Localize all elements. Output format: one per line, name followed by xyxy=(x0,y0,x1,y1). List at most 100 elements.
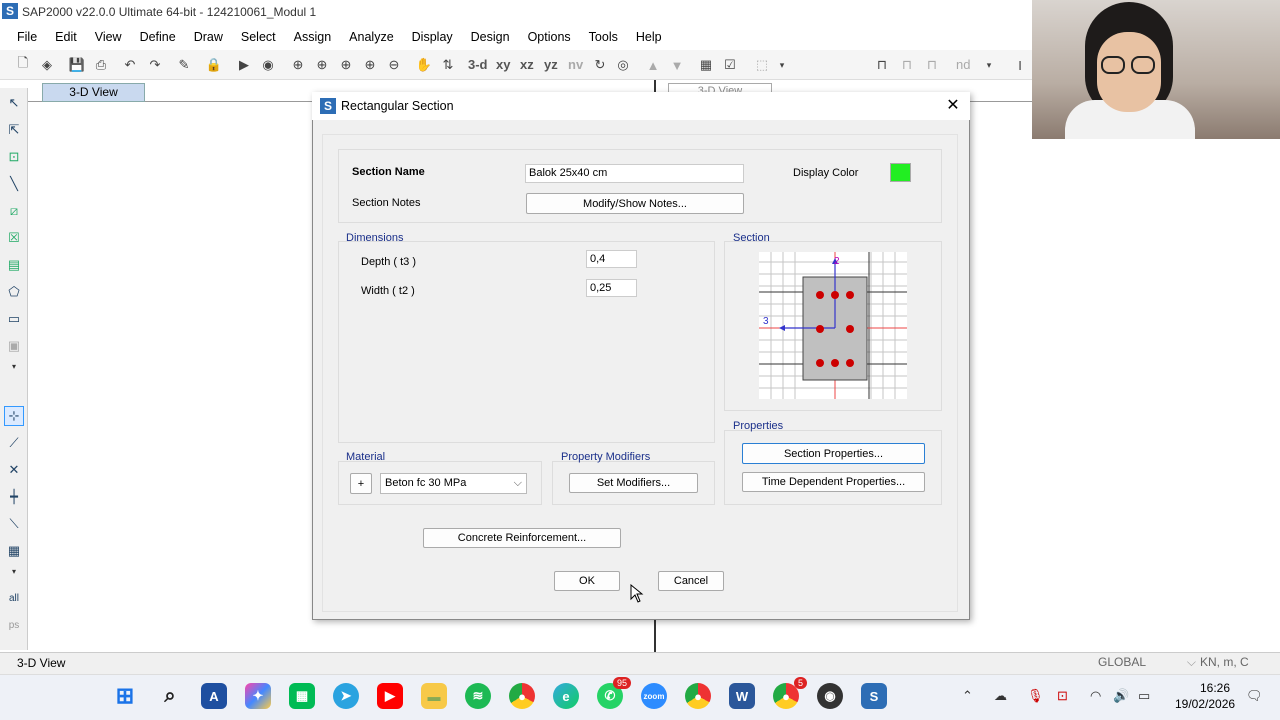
view-nv-button[interactable]: nv xyxy=(568,57,583,72)
copilot-icon[interactable]: ✦ xyxy=(245,683,271,709)
menu-file[interactable]: File xyxy=(8,25,46,49)
file-explorer-icon[interactable]: ▬ xyxy=(421,683,447,709)
view-xy-button[interactable]: xy xyxy=(496,57,510,72)
ok-button[interactable]: OK xyxy=(554,571,620,591)
section-name-input[interactable]: Balok 25x40 cm xyxy=(525,164,744,183)
view-3d-button[interactable]: 3-d xyxy=(468,57,488,72)
save-icon[interactable]: 💾 xyxy=(67,55,87,75)
draw-link-icon[interactable]: ⟋ xyxy=(4,433,24,453)
intersect-icon[interactable]: ✕ xyxy=(4,460,24,480)
chevron-up-icon[interactable]: ⌃ xyxy=(962,688,973,704)
material-select[interactable]: Beton fc 30 MPa ⌵ xyxy=(380,473,527,494)
clock-time[interactable]: 16:26 xyxy=(1200,681,1230,695)
move-down-icon[interactable]: ▼ xyxy=(667,55,687,75)
menu-draw[interactable]: Draw xyxy=(185,25,232,49)
run-icon[interactable]: ▶ xyxy=(234,55,254,75)
nd-button[interactable]: nd xyxy=(956,57,970,72)
quick-draw-frame-icon[interactable]: ⧄ xyxy=(4,201,24,221)
menu-display[interactable]: Display xyxy=(403,25,462,49)
lock-icon[interactable]: 🔒 xyxy=(204,55,224,75)
snap-line-icon[interactable]: ⟍ xyxy=(4,514,24,534)
cancel-button[interactable]: Cancel xyxy=(658,571,724,591)
snap-midpoint-icon[interactable]: ┿ xyxy=(4,487,24,507)
pointer-icon[interactable]: ↖ xyxy=(4,93,24,113)
tab-3d-view[interactable]: 3-D View xyxy=(42,83,145,102)
chevron-down-icon[interactable]: ▾ xyxy=(4,561,24,581)
clock-date[interactable]: 19/02/2026 xyxy=(1175,697,1235,711)
youtube-icon[interactable]: ▶ xyxy=(377,683,403,709)
obs-icon[interactable]: ◉ xyxy=(817,683,843,709)
frame-icon[interactable]: ⊓ xyxy=(872,55,892,75)
draw-frame-icon[interactable]: ╲ xyxy=(4,174,24,194)
zoom-window-icon[interactable]: ⊕ xyxy=(288,55,308,75)
snap-grid-icon[interactable]: ▦ xyxy=(4,541,24,561)
autocad-icon[interactable]: A xyxy=(201,683,227,709)
depth-input[interactable]: 0,4 xyxy=(586,250,637,268)
pan-hand-icon[interactable]: ✋ xyxy=(414,55,434,75)
menu-define[interactable]: Define xyxy=(131,25,185,49)
telegram-icon[interactable]: ➤ xyxy=(333,683,359,709)
view-yz-button[interactable]: yz xyxy=(544,57,558,72)
menu-assign[interactable]: Assign xyxy=(285,25,341,49)
text-cursor-icon[interactable]: I xyxy=(1010,55,1030,75)
concrete-reinforcement-button[interactable]: Concrete Reinforcement... xyxy=(423,528,621,548)
quick-draw-area-icon[interactable]: ▣ xyxy=(4,336,24,356)
section-properties-button[interactable]: Section Properties... xyxy=(742,443,925,464)
assign-icon[interactable]: ⬚ xyxy=(752,55,772,75)
pointer-info-icon[interactable]: ⇅ xyxy=(438,55,458,75)
modify-show-notes-button[interactable]: Modify/Show Notes... xyxy=(526,193,744,214)
draw-secondary-beams-icon[interactable]: ▤ xyxy=(4,255,24,275)
reshape-icon[interactable]: ⇱ xyxy=(4,120,24,140)
volume-icon[interactable]: 🔊 xyxy=(1113,688,1129,704)
coordinate-system-select[interactable]: GLOBAL ⌵ xyxy=(1098,655,1196,670)
spotify-icon[interactable]: ≋ xyxy=(465,683,491,709)
menu-analyze[interactable]: Analyze xyxy=(340,25,402,49)
refresh-view-icon[interactable]: ▦ xyxy=(696,55,716,75)
print-icon[interactable]: ⎙ xyxy=(91,55,111,75)
battery-icon[interactable]: ▭ xyxy=(1138,688,1150,704)
menu-select[interactable]: Select xyxy=(232,25,285,49)
menu-help[interactable]: Help xyxy=(627,25,671,49)
zoom-in-icon[interactable]: ⊕ xyxy=(360,55,380,75)
sap2000-taskbar-icon[interactable]: S xyxy=(861,683,887,709)
menu-edit[interactable]: Edit xyxy=(46,25,86,49)
chevron-down-icon[interactable]: ▾ xyxy=(979,55,999,75)
zoom-out-icon[interactable]: ⊖ xyxy=(384,55,404,75)
set-display-options-icon[interactable]: ☑ xyxy=(720,55,740,75)
zoom-previous-icon[interactable]: ⊕ xyxy=(336,55,356,75)
menu-options[interactable]: Options xyxy=(519,25,580,49)
undo-icon[interactable]: ↶ xyxy=(120,55,140,75)
recording-icon[interactable]: ⊡ xyxy=(1057,688,1068,704)
word-icon[interactable]: W xyxy=(729,683,755,709)
chevron-down-icon[interactable]: ▾ xyxy=(772,55,792,75)
draw-joint-icon[interactable]: ⊡ xyxy=(4,147,24,167)
menu-design[interactable]: Design xyxy=(462,25,519,49)
rotate-icon[interactable]: ↻ xyxy=(590,55,610,75)
close-icon[interactable]: ✕ xyxy=(942,95,964,117)
zoom-icon[interactable]: zoom xyxy=(641,683,667,709)
move-up-icon[interactable]: ▲ xyxy=(643,55,663,75)
new-file-icon[interactable]: 🗋 xyxy=(13,55,33,75)
open-file-icon[interactable]: ◈ xyxy=(37,55,57,75)
select-joint-icon[interactable]: ⊹ xyxy=(4,406,24,426)
time-dependent-properties-button[interactable]: Time Dependent Properties... xyxy=(742,472,925,492)
wifi-icon[interactable]: ◠ xyxy=(1090,688,1101,704)
chrome-second-icon[interactable]: ● 5 xyxy=(773,677,807,709)
edge-icon[interactable]: e xyxy=(553,683,579,709)
frame-release-icon[interactable]: ⊓ xyxy=(897,55,917,75)
edit-pencil-icon[interactable]: ✎ xyxy=(174,55,194,75)
menu-tools[interactable]: Tools xyxy=(580,25,627,49)
display-color-swatch[interactable] xyxy=(890,163,911,182)
zoom-all-icon[interactable]: ⊕ xyxy=(312,55,332,75)
draw-braces-icon[interactable]: ☒ xyxy=(4,228,24,248)
run-options-icon[interactable]: ◉ xyxy=(258,55,278,75)
chrome-icon[interactable]: ● xyxy=(509,683,535,709)
microsoft-store-icon[interactable]: ▦ xyxy=(289,683,315,709)
width-input[interactable]: 0,25 xyxy=(586,279,637,297)
notification-icon[interactable]: 🗨 xyxy=(1246,688,1263,704)
chevron-down-icon[interactable]: ▾ xyxy=(4,356,24,376)
perspective-icon[interactable]: ◎ xyxy=(613,55,633,75)
menu-view[interactable]: View xyxy=(86,25,131,49)
whatsapp-icon[interactable]: ✆ 95 xyxy=(597,677,631,709)
onedrive-icon[interactable]: ☁ xyxy=(994,688,1007,704)
